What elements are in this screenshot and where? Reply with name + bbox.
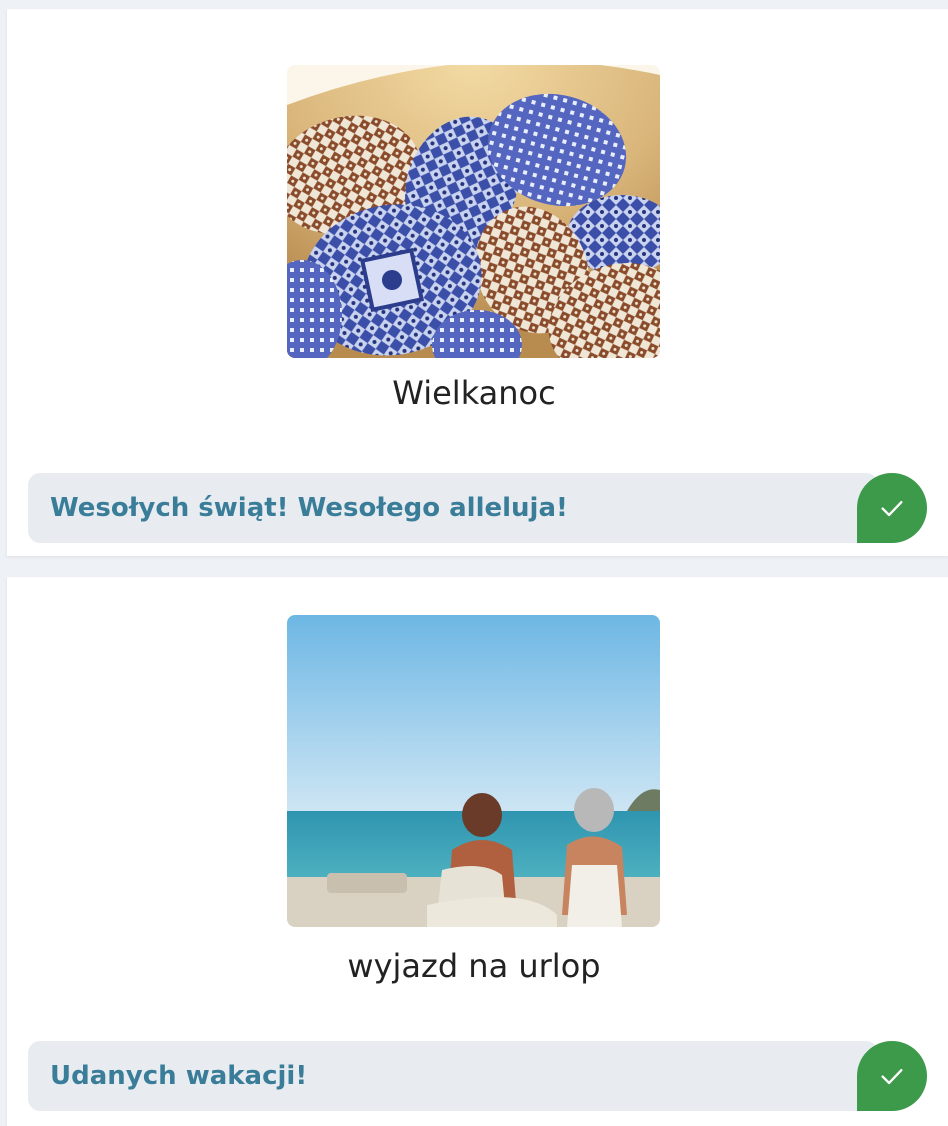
greeting-card-vacation: wyjazd na urlop Udanych wakacji! (7, 577, 948, 1126)
check-icon (881, 1069, 903, 1085)
send-check-button[interactable] (857, 473, 927, 543)
message-row: Udanych wakacji! (28, 1041, 927, 1111)
message-row: Wesołych świąt! Wesołego alleluja! (28, 473, 927, 543)
card-caption: wyjazd na urlop (347, 947, 601, 985)
greeting-card-easter: Wielkanoc Wesołych świąt! Wesołego allel… (7, 9, 948, 556)
card-caption: Wielkanoc (392, 374, 556, 412)
greeting-message[interactable]: Udanych wakacji! (28, 1041, 878, 1111)
check-icon (881, 501, 903, 517)
greeting-message[interactable]: Wesołych świąt! Wesołego alleluja! (28, 473, 878, 543)
send-check-button[interactable] (857, 1041, 927, 1111)
beach-vacation-photo[interactable] (287, 615, 660, 927)
easter-eggs-photo[interactable] (287, 65, 660, 358)
